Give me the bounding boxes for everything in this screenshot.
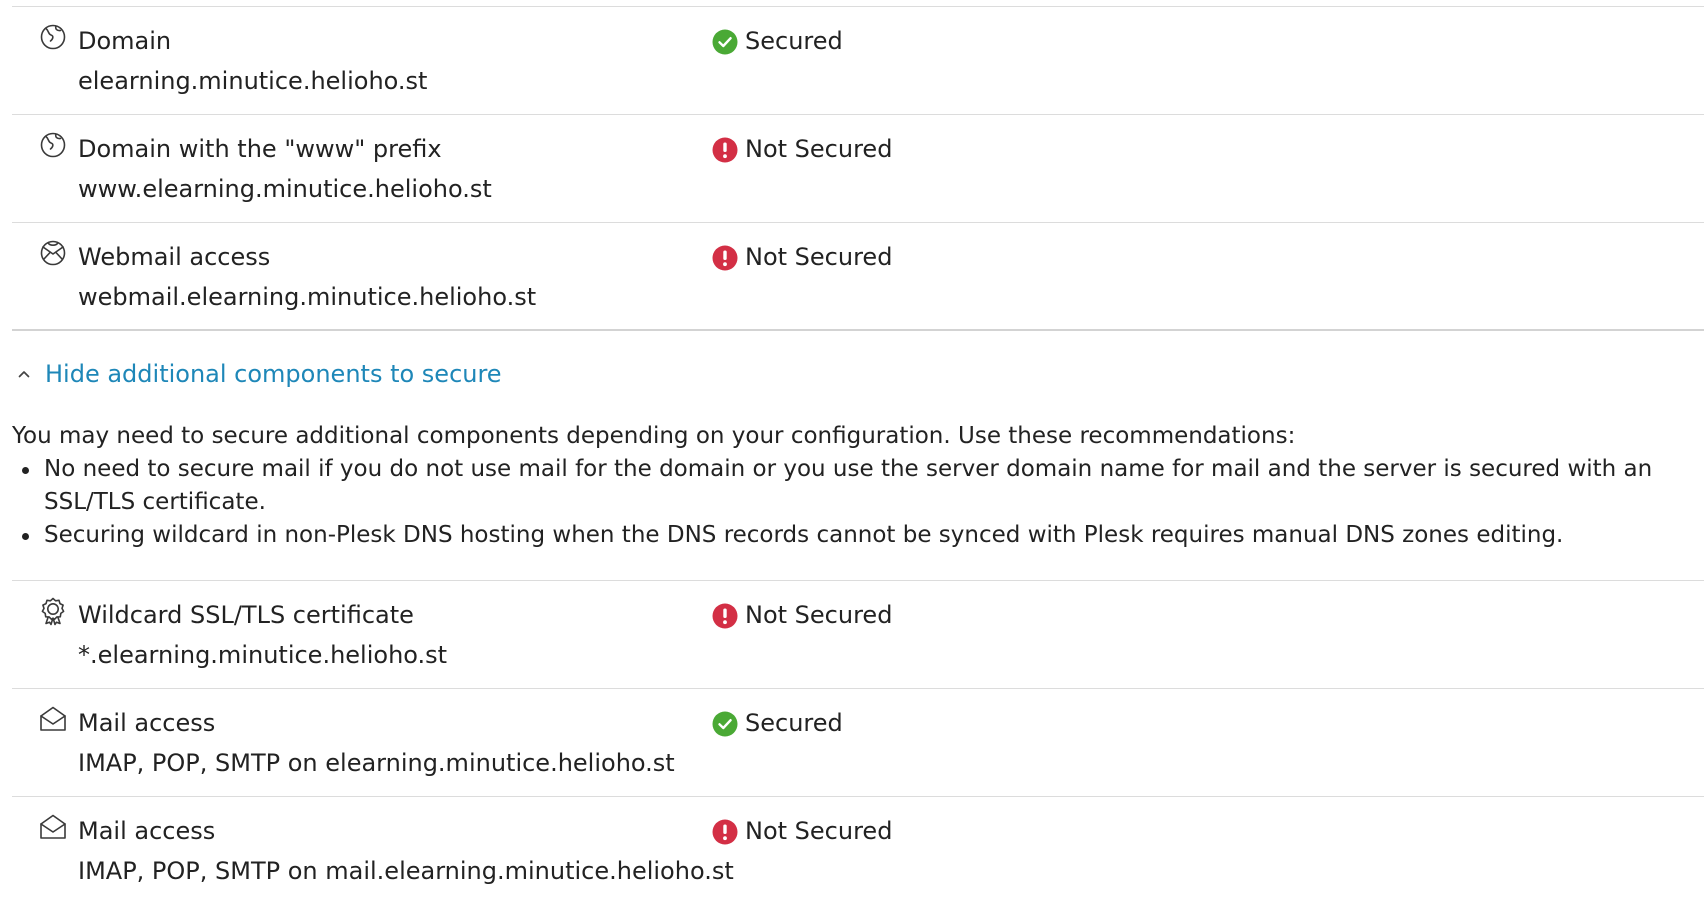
component-hostname: www.elearning.minutice.helioho.st	[78, 175, 492, 203]
exclamation-circle-icon	[712, 603, 738, 629]
status-label: Secured	[745, 27, 843, 55]
component-row-mail-access-subdomain: Mail access IMAP, POP, SMTP on mail.elea…	[12, 796, 1704, 904]
component-hostname: IMAP, POP, SMTP on mail.elearning.minuti…	[78, 857, 734, 885]
webmail-globe-icon	[38, 238, 68, 268]
exclamation-circle-icon	[712, 819, 738, 845]
component-hostname: elearning.minutice.helioho.st	[78, 67, 428, 95]
component-title: Webmail access	[78, 243, 271, 271]
component-hostname: *.elearning.minutice.helioho.st	[78, 641, 448, 669]
component-row-wildcard: Wildcard SSL/TLS certificate *.elearning…	[12, 580, 1704, 688]
component-title: Domain with the "www" prefix	[78, 135, 442, 163]
check-circle-icon	[712, 29, 738, 55]
recommendations-list: No need to secure mail if you do not use…	[12, 453, 1692, 552]
component-hostname: webmail.elearning.minutice.helioho.st	[78, 283, 537, 311]
certificate-badge-icon	[38, 596, 68, 626]
chevron-up-icon	[16, 366, 32, 382]
recommendation-item: Securing wildcard in non-Plesk DNS hosti…	[12, 519, 1692, 552]
status-label: Not Secured	[745, 243, 893, 271]
status-label: Not Secured	[745, 601, 893, 629]
component-row-webmail: Webmail access webmail.elearning.minutic…	[12, 222, 1704, 330]
status-label: Secured	[745, 709, 843, 737]
divider	[12, 329, 1704, 331]
component-title: Domain	[78, 27, 172, 55]
toggle-label[interactable]: Hide additional components to secure	[45, 358, 502, 390]
component-title: Mail access	[78, 817, 216, 845]
check-circle-icon	[712, 711, 738, 737]
status-label: Not Secured	[745, 135, 893, 163]
component-title: Mail access	[78, 709, 216, 737]
recommendation-item: No need to secure mail if you do not use…	[12, 453, 1692, 519]
exclamation-circle-icon	[712, 137, 738, 163]
component-row-mail-access: Mail access IMAP, POP, SMTP on elearning…	[12, 688, 1704, 796]
globe-icon	[38, 22, 68, 52]
envelope-icon	[38, 704, 68, 734]
recommendations-intro: You may need to secure additional compon…	[12, 423, 1296, 449]
status-label: Not Secured	[745, 817, 893, 845]
envelope-icon	[38, 812, 68, 842]
component-row-www-domain: Domain with the "www" prefix www.elearni…	[12, 114, 1704, 222]
component-title: Wildcard SSL/TLS certificate	[78, 601, 414, 629]
component-row-domain: Domain elearning.minutice.helioho.st Sec…	[12, 6, 1704, 114]
globe-icon	[38, 130, 68, 160]
component-hostname: IMAP, POP, SMTP on elearning.minutice.he…	[78, 749, 675, 777]
exclamation-circle-icon	[712, 245, 738, 271]
